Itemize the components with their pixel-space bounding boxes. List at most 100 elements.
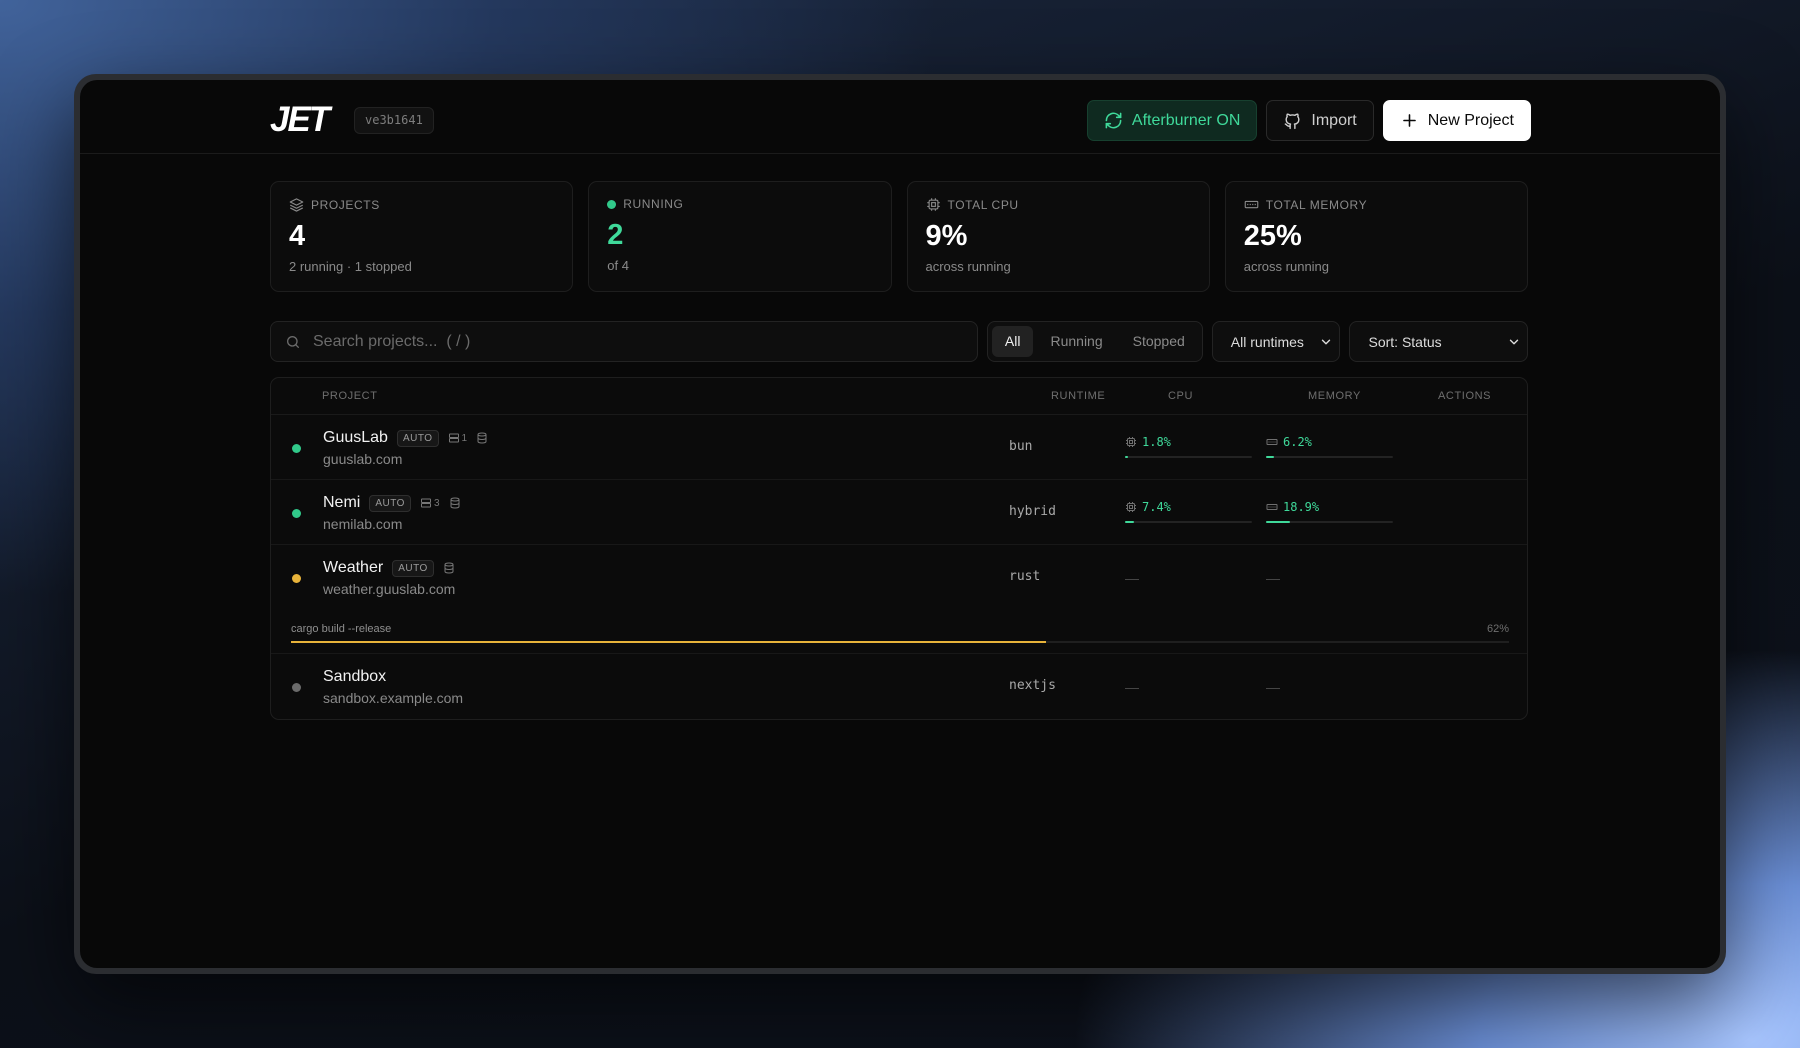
cpu-bar [1125, 456, 1252, 458]
stat-sub: across running [1243, 259, 1330, 274]
memory-icon [1244, 200, 1259, 209]
stat-sub: of 4 [607, 258, 629, 273]
stat-sub: across running [925, 259, 1011, 274]
column-header-memory: MEMORY [1308, 390, 1361, 402]
sort-select[interactable]: Sort: Status [1349, 321, 1529, 362]
memory-value: 6.2% [1283, 435, 1312, 449]
cpu-metric-value-row: 7.4% [1125, 500, 1252, 514]
server-icon [420, 498, 431, 508]
runtime-select-value: All runtimes [1230, 333, 1304, 350]
table-header: PROJECT RUNTIME CPU MEMORY ACTIONS [271, 378, 1527, 415]
instance-count-value: 3 [433, 497, 440, 509]
search-input[interactable] [313, 332, 963, 351]
build-progress-fill [291, 641, 1047, 643]
search-box[interactable] [270, 321, 978, 362]
stat-label-row: RUNNING [607, 197, 872, 211]
app-frame: JET ve3b1641 Afterburner ON Import New P… [74, 74, 1726, 974]
column-header-project: PROJECT [322, 390, 378, 402]
status-dot [292, 509, 301, 518]
cpu-bar-fill [1125, 456, 1128, 458]
memory-bar [1266, 456, 1393, 458]
project-name-group: Sandbox [323, 668, 386, 686]
stat-label: RUNNING [623, 197, 684, 211]
project-name: Sandbox [323, 668, 387, 685]
column-header-actions: ACTIONS [1438, 390, 1492, 402]
afterburner-toggle-button[interactable]: Afterburner ON [1086, 100, 1258, 141]
app-window: JET ve3b1641 Afterburner ON Import New P… [80, 80, 1720, 968]
stats-row: PROJECTS 4 2 running · 1 stopped RUNNING… [270, 181, 1528, 292]
status-dot [292, 444, 301, 453]
cpu-metric: 1.8% [1125, 435, 1252, 458]
cpu-value: — [1125, 570, 1139, 586]
chevron-down-icon [1509, 339, 1519, 344]
memory-value: 18.9% [1283, 500, 1320, 514]
table-row[interactable]: GuusLab AUTO 1 guuslab.com bun 1.8% 6.2% [271, 415, 1527, 480]
stat-label-row: TOTAL CPU [926, 197, 1191, 212]
memory-bar-fill [1266, 456, 1274, 458]
import-button[interactable]: Import [1266, 100, 1374, 141]
runtime-select[interactable]: All runtimes [1211, 321, 1341, 362]
database-icon [450, 497, 460, 509]
project-name-group: Weather AUTO [323, 559, 455, 577]
filter-stopped[interactable]: Stopped [1120, 326, 1198, 357]
project-runtime: rust [1009, 569, 1041, 584]
build-command: cargo build --release [291, 623, 392, 635]
instance-count: 1 [448, 432, 468, 444]
filter-all[interactable]: All [991, 326, 1034, 357]
top-actions: Afterburner ON Import New Project [1086, 100, 1531, 141]
project-name: Nemi [323, 494, 361, 511]
cpu-icon [1126, 437, 1136, 447]
memory-icon [1266, 439, 1278, 445]
table-row[interactable]: Weather AUTO weather.guuslab.com rust — … [271, 545, 1527, 654]
cpu-value: 7.4% [1142, 500, 1171, 514]
project-domain: guuslab.com [323, 451, 403, 467]
project-runtime: bun [1009, 439, 1033, 454]
stat-card-memory: TOTAL MEMORY 25% across running [1224, 181, 1528, 292]
stat-card-projects: PROJECTS 4 2 running · 1 stopped [270, 181, 574, 292]
build-progress-track [291, 641, 1509, 643]
table-row[interactable]: Sandbox sandbox.example.com nextjs — — [271, 654, 1527, 719]
stat-sub: 2 running · 1 stopped [289, 259, 412, 274]
status-filter: All Running Stopped [986, 321, 1203, 362]
stat-card-cpu: TOTAL CPU 9% across running [906, 181, 1210, 292]
new-project-button[interactable]: New Project [1382, 100, 1531, 141]
stat-value: 25% [1243, 220, 1302, 252]
afterburner-label: Afterburner ON [1131, 111, 1241, 129]
project-name: GuusLab [323, 429, 388, 446]
database-indicator [443, 562, 455, 574]
project-name: Weather [323, 559, 384, 576]
filter-running[interactable]: Running [1037, 326, 1115, 357]
plus-icon [1402, 114, 1416, 127]
project-name-group: Nemi AUTO 3 [323, 494, 461, 512]
memory-metric: 18.9% [1266, 500, 1393, 523]
stat-label: PROJECTS [311, 197, 380, 212]
cpu-value: 1.8% [1142, 435, 1171, 449]
projects-table: PROJECT RUNTIME CPU MEMORY ACTIONS GuusL… [270, 377, 1528, 720]
memory-bar-fill [1266, 521, 1290, 523]
project-runtime: hybrid [1009, 504, 1056, 519]
stat-value: 4 [289, 220, 306, 252]
server-icon [448, 433, 459, 443]
stat-label: TOTAL CPU [947, 197, 1019, 212]
project-runtime: nextjs [1009, 678, 1056, 693]
status-dot [292, 574, 301, 583]
auto-badge: AUTO [392, 559, 434, 577]
github-icon [1285, 113, 1300, 130]
instance-count-value: 1 [461, 432, 468, 444]
cpu-bar [1125, 521, 1252, 523]
memory-bar [1266, 521, 1393, 523]
table-row[interactable]: Nemi AUTO 3 nemilab.com hybrid 7.4% 18.9… [271, 480, 1527, 545]
app-logo: JET [270, 100, 330, 139]
stat-label-row: PROJECTS [289, 197, 554, 212]
memory-metric-value-row: 6.2% [1266, 435, 1393, 449]
auto-badge: AUTO [369, 494, 411, 512]
stat-value: 9% [925, 220, 968, 252]
version-badge: ve3b1641 [354, 107, 434, 134]
database-icon [477, 432, 487, 444]
database-indicator [449, 497, 461, 509]
cpu-icon [926, 198, 940, 211]
cpu-metric: 7.4% [1125, 500, 1252, 523]
build-progress: cargo build --release 62% [291, 623, 1509, 643]
search-icon [287, 335, 299, 348]
auto-badge: AUTO [396, 429, 439, 447]
